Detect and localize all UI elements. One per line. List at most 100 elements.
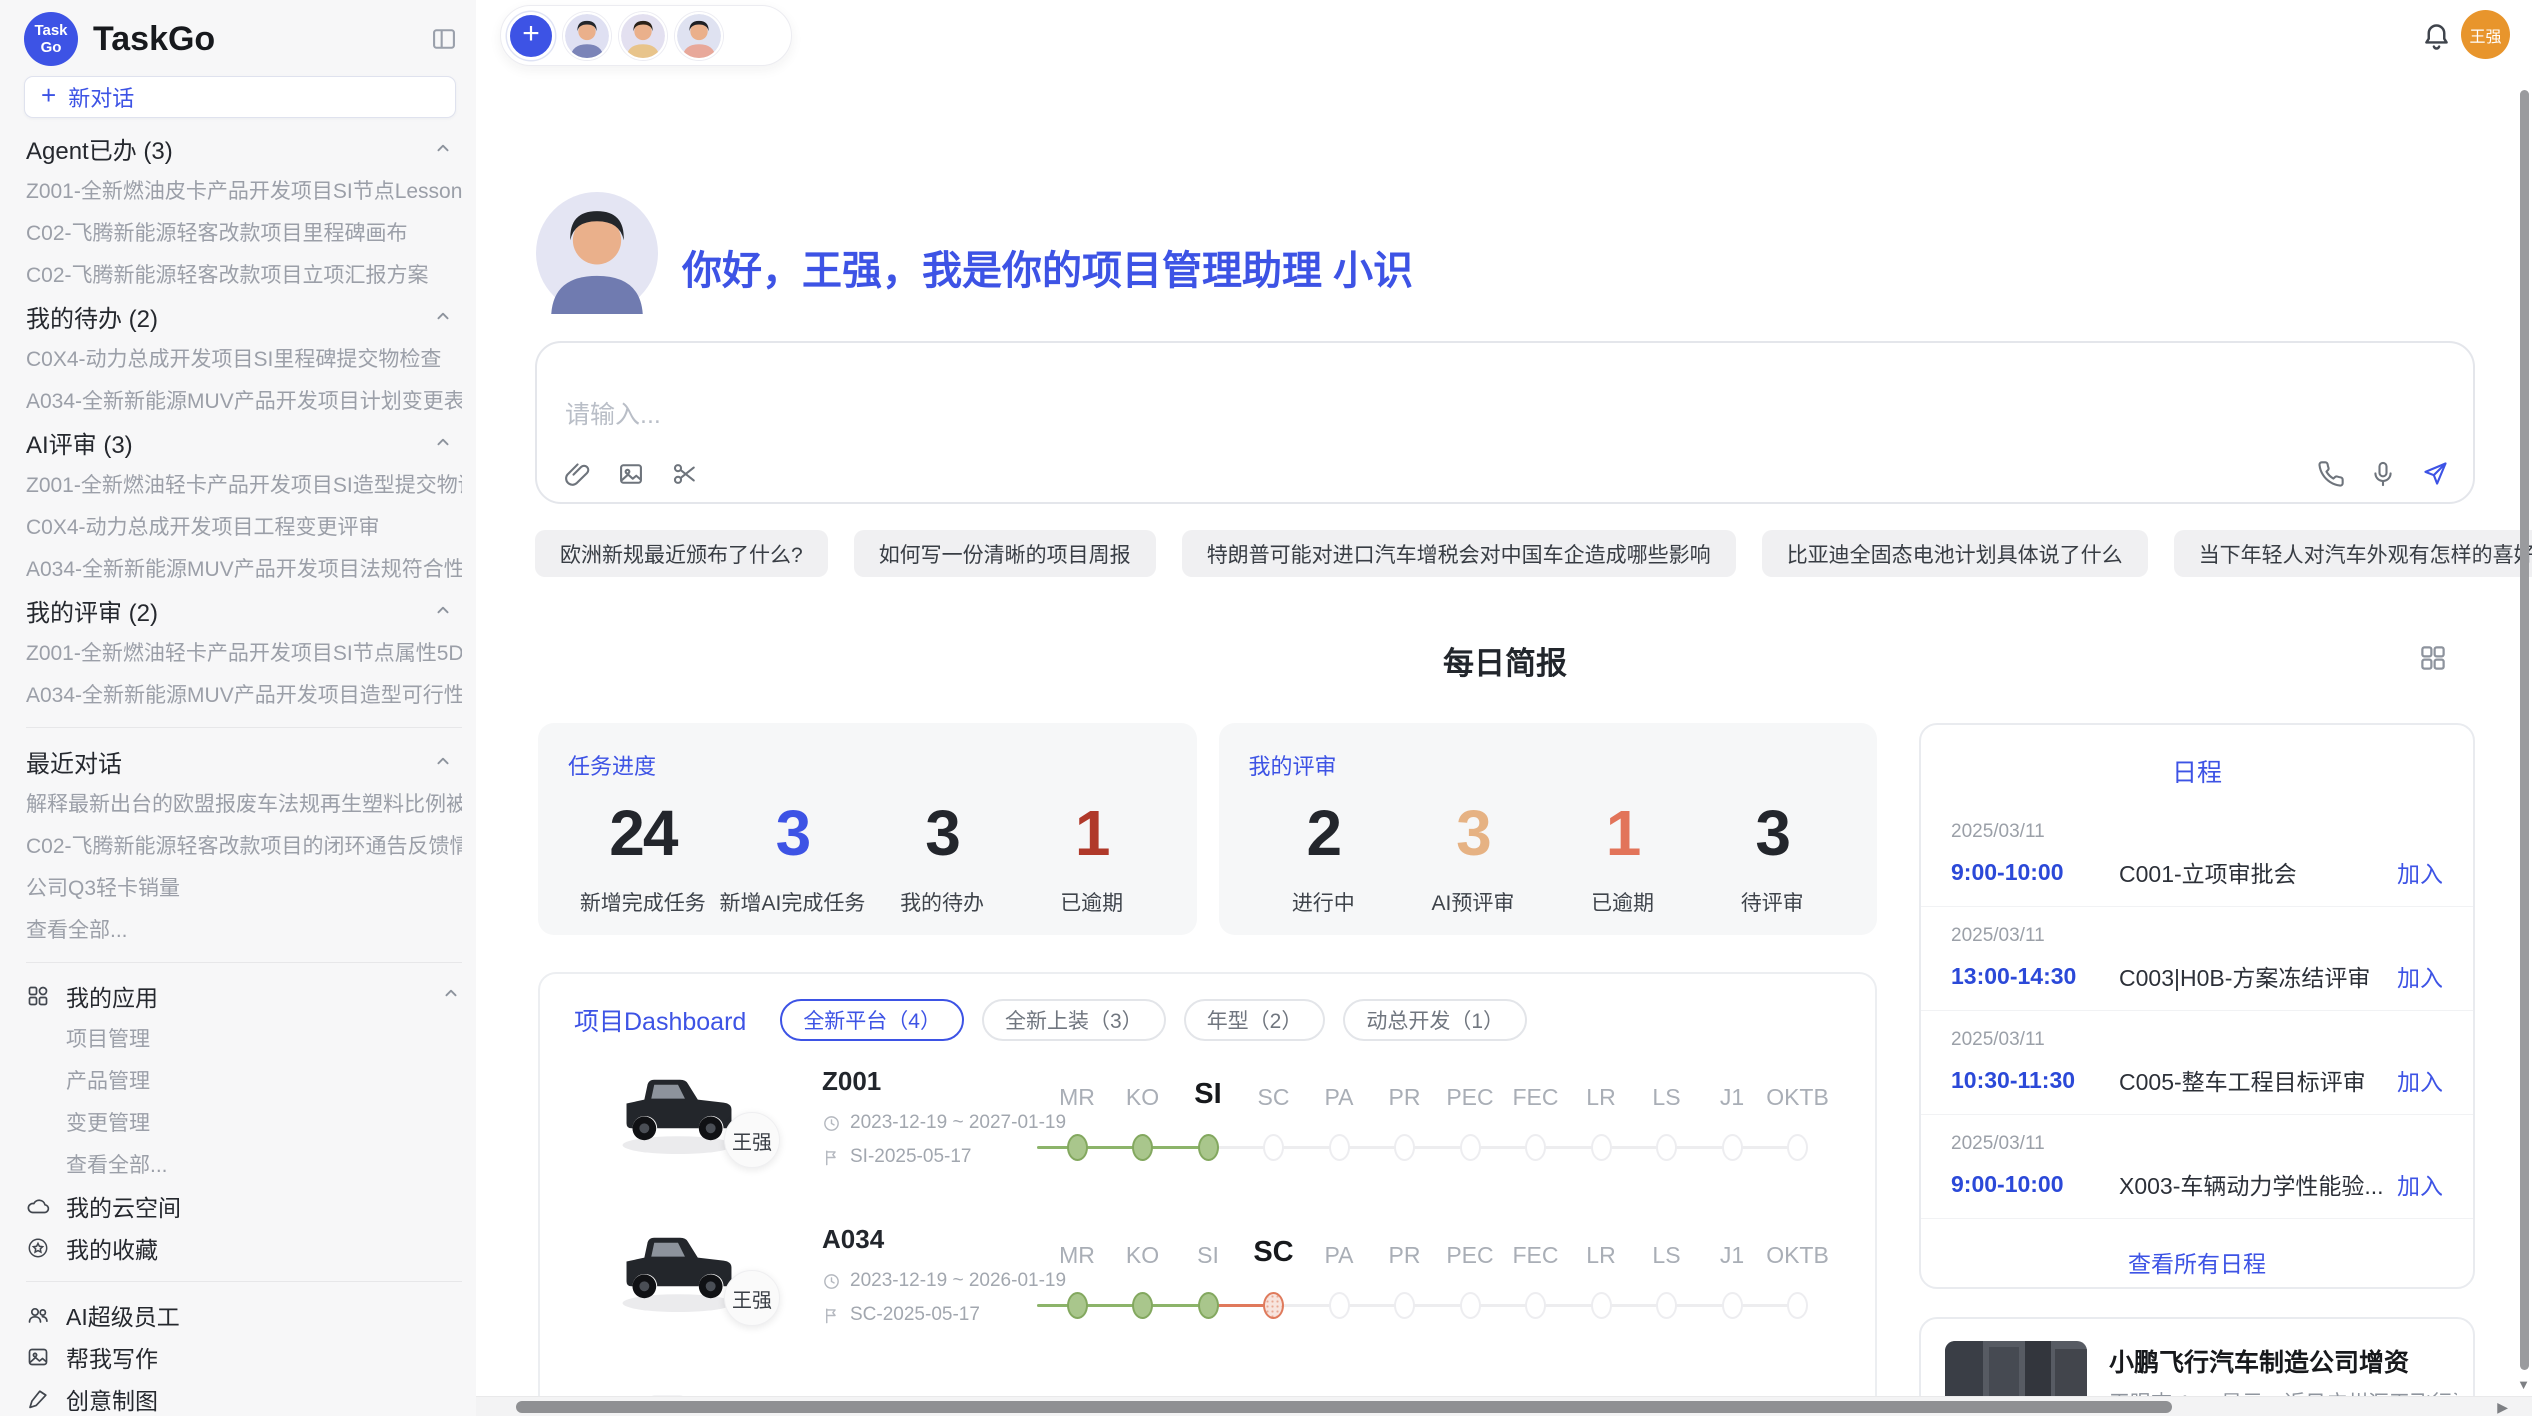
- milestone-node[interactable]: [1329, 1292, 1350, 1319]
- schedule-item-row: 9:00-10:00X003-车辆动力学性能验...加入: [1951, 1167, 2443, 1201]
- vertical-scrollbar-thumb[interactable]: [2520, 90, 2529, 1370]
- send-icon[interactable]: [2421, 460, 2449, 488]
- milestone-node[interactable]: [1722, 1292, 1743, 1319]
- chevron-up-icon[interactable]: [432, 750, 454, 772]
- milestone-node[interactable]: [1591, 1134, 1612, 1161]
- milestone-node[interactable]: [1394, 1134, 1415, 1161]
- milestone-node[interactable]: [1722, 1134, 1743, 1161]
- phone-call-icon[interactable]: [2317, 460, 2345, 488]
- sidebar-item-star[interactable]: 我的收藏: [26, 1227, 462, 1269]
- sidebar-task-item[interactable]: A034-全新新能源MUV产品开发项目造型可行性评审: [26, 673, 462, 715]
- notification-bell-icon[interactable]: [2421, 21, 2452, 52]
- agent-avatar[interactable]: [619, 12, 667, 60]
- sidebar-task-item[interactable]: C02-飞腾新能源轻客改款项目立项汇报方案: [26, 253, 462, 295]
- app-sub-item[interactable]: 查看全部...: [26, 1143, 462, 1185]
- new-chat-button[interactable]: + 新对话: [24, 76, 456, 118]
- sidebar-section-recent[interactable]: 最近对话: [26, 740, 462, 782]
- scissors-icon[interactable]: [671, 460, 699, 488]
- milestone-node[interactable]: [1460, 1134, 1481, 1161]
- milestone-node[interactable]: [1525, 1292, 1546, 1319]
- tool-label: AI超级员工: [66, 1298, 462, 1332]
- suggestion-chip[interactable]: 比亚迪全固态电池计划具体说了什么: [1762, 530, 2148, 577]
- milestone-node[interactable]: [1656, 1292, 1677, 1319]
- layout-grid-icon[interactable]: [2418, 643, 2448, 673]
- attachment-icon[interactable]: [563, 460, 591, 488]
- milestone-node[interactable]: [1198, 1134, 1219, 1161]
- milestone-node[interactable]: [1067, 1134, 1088, 1161]
- sidebar-tool-photo[interactable]: 帮我写作: [26, 1336, 462, 1378]
- recent-chat-item[interactable]: 解释最新出台的欧盟报废车法规再生塑料比例被调至15%...: [26, 782, 462, 824]
- join-meeting-link[interactable]: 加入: [2397, 855, 2443, 889]
- dashboard-filter-chip[interactable]: 动总开发（1）: [1343, 999, 1527, 1041]
- app-sub-item[interactable]: 项目管理: [26, 1017, 462, 1059]
- sidebar-task-item[interactable]: C0X4-动力总成开发项目工程变更评审: [26, 505, 462, 547]
- add-agent-button[interactable]: +: [507, 12, 555, 60]
- stat-values: 2进行中3AI预评审1已逾期3待评审: [1249, 797, 1848, 917]
- sidebar-task-item[interactable]: Z001-全新燃油轻卡产品开发项目SI造型提交物评审: [26, 463, 462, 505]
- suggestion-chip[interactable]: 欧洲新规最近颁布了什么?: [535, 530, 828, 577]
- chevron-up-icon[interactable]: [440, 982, 462, 1010]
- suggestion-chip[interactable]: 如何写一份清晰的项目周报: [854, 530, 1156, 577]
- milestone-node[interactable]: [1132, 1292, 1153, 1319]
- milestone-node[interactable]: [1460, 1292, 1481, 1319]
- milestone-node[interactable]: [1198, 1292, 1219, 1319]
- milestone-node[interactable]: [1394, 1292, 1415, 1319]
- dashboard-filter-chip[interactable]: 全新上装（3）: [982, 999, 1166, 1041]
- agent-avatar[interactable]: [675, 12, 723, 60]
- milestone-node[interactable]: [1067, 1292, 1088, 1319]
- app-sub-item[interactable]: 变更管理: [26, 1101, 462, 1143]
- milestone-node[interactable]: [1132, 1134, 1153, 1161]
- schedule-title: 日程: [1921, 753, 2473, 789]
- view-all-schedule-link[interactable]: 查看所有日程: [1921, 1245, 2473, 1279]
- milestone-node[interactable]: [1591, 1292, 1612, 1319]
- join-meeting-link[interactable]: 加入: [2397, 1063, 2443, 1097]
- user-avatar[interactable]: 王强: [2461, 10, 2510, 59]
- sidebar-section-header[interactable]: 我的评审 (2): [26, 589, 462, 631]
- dashboard-filter-chip[interactable]: 全新平台（4）: [780, 999, 964, 1041]
- sidebar-task-item[interactable]: Z001-全新燃油皮卡产品开发项目SI节点Lesson Learn报告: [26, 169, 462, 211]
- sidebar-section-header[interactable]: AI评审 (3): [26, 421, 462, 463]
- scroll-down-arrow-icon[interactable]: ▼: [2517, 1377, 2530, 1392]
- agent-avatar[interactable]: [563, 12, 611, 60]
- sidebar-item-cloud[interactable]: 我的云空间: [26, 1185, 462, 1227]
- chat-input[interactable]: [565, 401, 2065, 430]
- sidebar-task-item[interactable]: Z001-全新燃油轻卡产品开发项目SI节点属性5D文件评审: [26, 631, 462, 673]
- sidebar-item-my-apps[interactable]: 我的应用: [26, 975, 462, 1017]
- microphone-icon[interactable]: [2369, 460, 2397, 488]
- sidebar-section-header[interactable]: Agent已办 (3): [26, 127, 462, 169]
- sidebar-task-item[interactable]: A034-全新新能源MUV产品开发项目法规符合性评审: [26, 547, 462, 589]
- sidebar-task-item[interactable]: C0X4-动力总成开发项目SI里程碑提交物检查: [26, 337, 462, 379]
- image-upload-icon[interactable]: [617, 460, 645, 488]
- sidebar-collapse-icon[interactable]: [430, 25, 458, 53]
- join-meeting-link[interactable]: 加入: [2397, 959, 2443, 993]
- recent-chat-item[interactable]: 公司Q3轻卡销量: [26, 866, 462, 908]
- recent-chat-item[interactable]: C02-飞腾新能源轻客改款项目的闭环通告反馈情况: [26, 824, 462, 866]
- app-sub-item[interactable]: 产品管理: [26, 1059, 462, 1101]
- sidebar-section-header[interactable]: 我的待办 (2): [26, 295, 462, 337]
- milestone-node[interactable]: [1656, 1134, 1677, 1161]
- chevron-up-icon[interactable]: [432, 431, 454, 453]
- recent-chat-item[interactable]: 查看全部...: [26, 908, 462, 950]
- chevron-up-icon[interactable]: [432, 599, 454, 621]
- milestone-node[interactable]: [1787, 1292, 1808, 1319]
- horizontal-scrollbar-thumb[interactable]: [516, 1401, 2172, 1413]
- milestone-node[interactable]: [1787, 1134, 1808, 1161]
- milestone-node[interactable]: [1263, 1292, 1284, 1319]
- scroll-right-arrow-icon[interactable]: ▶: [2497, 1397, 2508, 1416]
- suggestion-chip[interactable]: 特朗普可能对进口汽车增税会对中国车企造成哪些影响: [1182, 530, 1736, 577]
- dashboard-filter-chip[interactable]: 年型（2）: [1184, 999, 1326, 1041]
- sidebar-tool-pen[interactable]: 创意制图: [26, 1378, 462, 1416]
- suggestion-chip[interactable]: 当下年轻人对汽车外观有怎样的喜好趋势: [2174, 530, 2532, 577]
- input-toolbar-left: [563, 460, 699, 488]
- chevron-up-icon[interactable]: [432, 137, 454, 159]
- milestone-node[interactable]: [1329, 1134, 1350, 1161]
- sidebar-task-item[interactable]: A034-全新新能源MUV产品开发项目计划变更表编写: [26, 379, 462, 421]
- milestone-node[interactable]: [1263, 1134, 1284, 1161]
- sidebar-tool-people[interactable]: AI超级员工: [26, 1294, 462, 1336]
- milestone-node[interactable]: [1525, 1134, 1546, 1161]
- join-meeting-link[interactable]: 加入: [2397, 1167, 2443, 1201]
- project-date-range: 2023-12-19 ~ 2026-01-19: [822, 1270, 1066, 1292]
- star-icon: [26, 1236, 50, 1260]
- sidebar-task-item[interactable]: C02-飞腾新能源轻客改款项目里程碑画布: [26, 211, 462, 253]
- chevron-up-icon[interactable]: [432, 305, 454, 327]
